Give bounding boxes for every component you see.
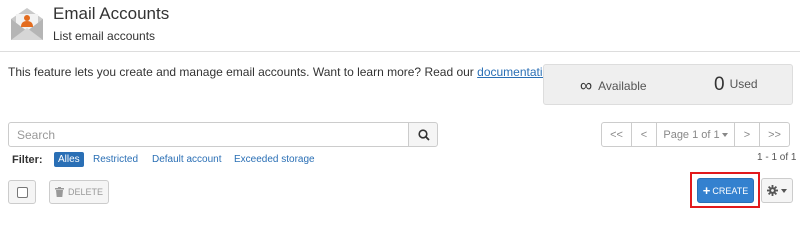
delete-label: DELETE bbox=[67, 187, 103, 197]
chevron-down-icon bbox=[781, 188, 787, 193]
select-all-checkbox[interactable] bbox=[8, 180, 36, 204]
search-input[interactable] bbox=[8, 122, 409, 147]
feature-description: This feature lets you create and manage … bbox=[8, 65, 582, 79]
description-text: This feature lets you create and manage … bbox=[8, 65, 474, 79]
page-header: Email Accounts List email accounts bbox=[0, 0, 800, 50]
filter-restricted[interactable]: Restricted bbox=[93, 152, 138, 167]
create-button[interactable]: + CREATE bbox=[697, 178, 754, 203]
prev-page-button[interactable]: < bbox=[631, 122, 657, 147]
page-subtitle: List email accounts bbox=[53, 29, 156, 43]
delete-button[interactable]: DELETE bbox=[49, 180, 109, 204]
search-button[interactable] bbox=[408, 122, 438, 147]
pagination: << < Page 1 of 1 > >> bbox=[601, 122, 790, 147]
plus-icon: + bbox=[702, 183, 711, 198]
first-page-button[interactable]: << bbox=[601, 122, 632, 147]
filter-label: Filter: bbox=[12, 154, 43, 166]
available-label: Available bbox=[598, 79, 647, 93]
filter-default-account[interactable]: Default account bbox=[152, 152, 222, 167]
email-accounts-icon bbox=[11, 8, 43, 40]
next-page-button[interactable]: > bbox=[734, 122, 760, 147]
used-count: 0 bbox=[714, 74, 725, 95]
available-stat: ∞ Available bbox=[580, 76, 647, 96]
create-label: CREATE bbox=[712, 185, 749, 196]
used-stat: 0 Used bbox=[714, 74, 758, 96]
page-title: Email Accounts bbox=[53, 4, 170, 23]
page-select[interactable]: Page 1 of 1 bbox=[656, 122, 735, 147]
page-select-label: Page 1 of 1 bbox=[663, 128, 720, 141]
checkbox-icon bbox=[17, 187, 28, 198]
results-count: 1 - 1 of 1 bbox=[757, 152, 797, 163]
gear-icon bbox=[767, 185, 778, 196]
filter-all[interactable]: Alles bbox=[54, 152, 84, 167]
search-icon bbox=[418, 129, 430, 141]
account-stats-panel: ∞ Available 0 Used bbox=[543, 64, 793, 105]
filter-exceeded-storage[interactable]: Exceeded storage bbox=[234, 152, 315, 167]
used-label: Used bbox=[729, 77, 758, 91]
trash-icon bbox=[54, 187, 64, 197]
last-page-button[interactable]: >> bbox=[759, 122, 790, 147]
header-divider bbox=[0, 51, 800, 52]
chevron-down-icon bbox=[721, 132, 728, 137]
infinity-symbol: ∞ bbox=[580, 76, 593, 95]
settings-dropdown-button[interactable] bbox=[761, 178, 793, 203]
